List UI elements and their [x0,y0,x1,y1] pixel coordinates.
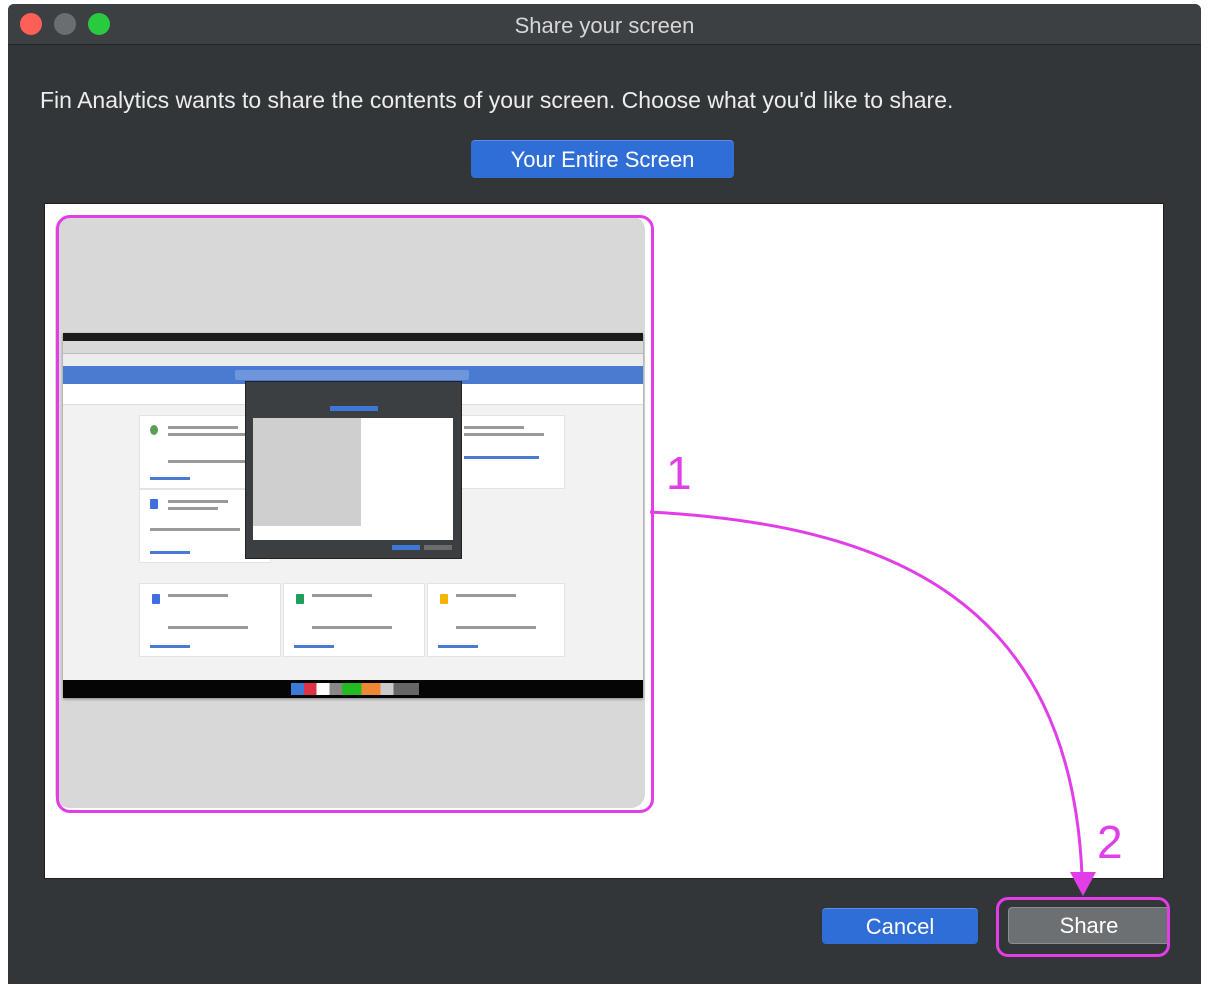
preview-card [139,583,281,657]
preview-text-line [464,433,544,436]
preview-text-line [168,500,228,503]
preview-search-box [235,370,469,380]
preview-dialog-thumb [253,418,361,526]
preview-card [427,583,565,657]
preview-card-icon [152,594,160,604]
preview-text-line [456,594,516,597]
preview-dialog-cancel [392,545,420,550]
title-bar: Share your screen [8,4,1201,45]
preview-text-line [464,426,524,429]
preview-browser-tabs [63,341,643,354]
preview-text-line [168,626,248,629]
preview-text-line [312,626,392,629]
preview-text-line [150,477,190,480]
preview-dialog-pane [253,418,453,540]
cancel-button[interactable]: Cancel [822,908,978,944]
step-2-label: 2 [1097,816,1123,868]
window-title: Share your screen [514,13,695,38]
preview-text-line [150,645,190,648]
preview-dock-icons [291,683,419,695]
preview-card [453,415,565,489]
preview-dialog-share [424,545,452,550]
entire-screen-tab-button[interactable]: Your Entire Screen [471,140,734,178]
share-screen-dialog: Share your screen Fin Analytics wants to… [8,4,1201,984]
preview-dialog-button [330,406,378,411]
preview-card-icon [150,499,158,509]
preview-card-icon [296,594,304,604]
preview-text-line [168,426,238,429]
preview-text-line [456,626,536,629]
preview-address-bar [63,354,643,366]
entire-screen-thumbnail[interactable] [55,216,645,808]
preview-dock [63,680,643,698]
step-1-label: 1 [666,447,692,499]
preview-card-icon [440,594,448,604]
preview-text-line [150,528,240,531]
preview-text-line [438,645,478,648]
preview-card [283,583,425,657]
preview-nested-dialog [245,381,462,559]
preview-text-line [312,594,372,597]
screen-preview-image [63,333,643,698]
share-prompt-text: Fin Analytics wants to share the content… [40,87,954,113]
preview-text-line [294,645,334,648]
preview-text-line [464,456,539,459]
preview-card-icon [150,425,158,435]
preview-text-line [168,594,228,597]
preview-text-line [150,551,190,554]
screen-source-panel [44,203,1164,879]
preview-menubar [63,333,643,341]
share-button[interactable]: Share [1008,907,1170,944]
preview-text-line [168,507,218,510]
